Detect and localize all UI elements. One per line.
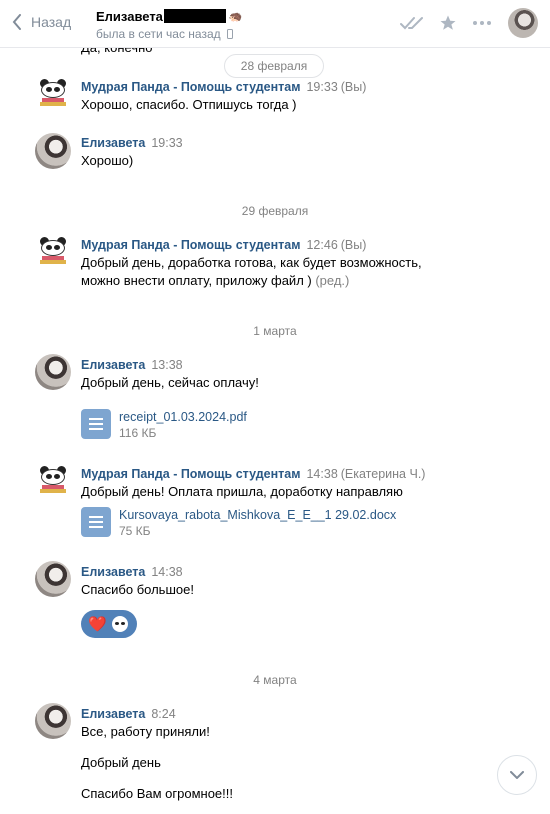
message-time[interactable]: 14:38 [151,565,182,579]
message-text: Хорошо, спасибо. Отпишусь тогда ) [81,97,297,112]
panda-icon [39,79,67,107]
message-time[interactable]: 14:38 [306,467,337,481]
message-time[interactable]: 19:33 [151,136,182,150]
file-attachment[interactable]: Kursovaya_rabota_Mishkova_E_E__1 29.02.d… [81,507,396,539]
back-label: Назад [31,14,72,30]
peer-status-text: была в сети час назад [96,27,221,41]
message-sender-note: (Вы) [340,80,367,94]
message-text: Добрый день, сейчас оплачу! [81,375,259,390]
message-time[interactable]: 13:38 [151,358,182,372]
document-icon [81,507,111,537]
chat-header: Назад Елизавета 🦔 была в сети час назад [0,0,550,48]
avatar[interactable] [35,75,71,111]
date-separator: 1 марта [253,324,297,338]
message-time[interactable]: 12:46 [306,238,337,252]
avatar[interactable] [35,233,71,269]
message-author[interactable]: Елизавета [81,565,145,579]
message-text: Все, работу приняли! [81,724,210,739]
back-button[interactable]: Назад [12,14,71,30]
message-author[interactable]: Мудрая Панда - Помощь студентам [81,467,300,481]
file-size: 75 КБ [119,524,151,538]
file-size: 116 КБ [119,426,157,440]
message-meta: Мудрая Панда - Помощь студентам 12:46 (Вы) [81,238,366,252]
message-author[interactable]: Елизавета [81,136,145,150]
message-meta: Елизавета 19:33 [81,136,183,150]
reaction-chip[interactable]: ❤️ [81,610,137,638]
document-icon [81,409,111,439]
reactor-avatar [111,616,128,632]
peer-info[interactable]: Елизавета 🦔 была в сети час назад [96,8,243,42]
peer-name: Елизавета [96,8,163,24]
message-meta: Елизавета 13:38 [81,358,183,372]
avatar[interactable] [35,354,71,390]
message-time[interactable]: 19:33 [306,80,337,94]
message-meta: Елизавета 8:24 [81,707,176,721]
message-meta: Елизавета 14:38 [81,565,183,579]
star-icon[interactable] [439,14,457,32]
redacted-block [163,9,226,23]
edited-label[interactable]: (ред.) [315,273,349,288]
peer-avatar[interactable] [508,8,538,38]
message-text: Добрый день! Оплата пришла, доработку на… [81,484,403,499]
floating-date-pill: 28 февраля [224,54,324,78]
message-text: Спасибо Вам огромное!!! [81,786,234,801]
mobile-icon [226,29,233,39]
chevron-down-icon [510,771,524,779]
avatar[interactable] [35,561,71,597]
double-check-icon[interactable] [400,16,424,30]
message-meta: Мудрая Панда - Помощь студентам 19:33 (Вы) [81,80,366,94]
message-sender-note: (Вы) [340,238,367,252]
message-author[interactable]: Елизавета [81,707,145,721]
message-text: можно внести оплату, приложу файл ) (ред… [81,272,349,290]
panda-icon [39,237,67,265]
hedgehog-emoji: 🦔 [228,10,243,23]
more-icon[interactable] [472,20,492,26]
message-text-line: можно внести оплату, приложу файл ) [81,273,312,288]
avatar[interactable] [35,703,71,739]
message-text: Добрый день, доработка готова, как будет… [81,255,422,270]
file-name[interactable]: Kursovaya_rabota_Mishkova_E_E__1 29.02.d… [119,507,396,523]
date-separator: 4 марта [253,673,297,687]
message-text: Добрый день [81,755,161,770]
message-meta: Мудрая Панда - Помощь студентам 14:38 (Ека… [81,467,425,481]
peer-status: была в сети час назад [96,27,243,41]
date-separator: 29 февраля [241,204,309,218]
file-name[interactable]: receipt_01.03.2024.pdf [119,409,247,425]
chevron-left-icon [12,14,21,30]
message-text: Хорошо) [81,153,134,168]
avatar[interactable] [35,133,71,169]
file-attachment[interactable]: receipt_01.03.2024.pdf 116 КБ [81,409,247,441]
avatar[interactable] [35,462,71,498]
scroll-to-bottom-button[interactable] [497,755,537,795]
message-author[interactable]: Мудрая Панда - Помощь студентам [81,80,300,94]
message-text: Спасибо большое! [81,582,194,597]
message-author[interactable]: Мудрая Панда - Помощь студентам [81,238,300,252]
message-time[interactable]: 8:24 [151,707,175,721]
message-sender-note: (Екатерина Ч.) [340,467,426,481]
message-author[interactable]: Елизавета [81,358,145,372]
heart-icon: ❤️ [88,615,107,633]
panda-icon [39,466,67,494]
